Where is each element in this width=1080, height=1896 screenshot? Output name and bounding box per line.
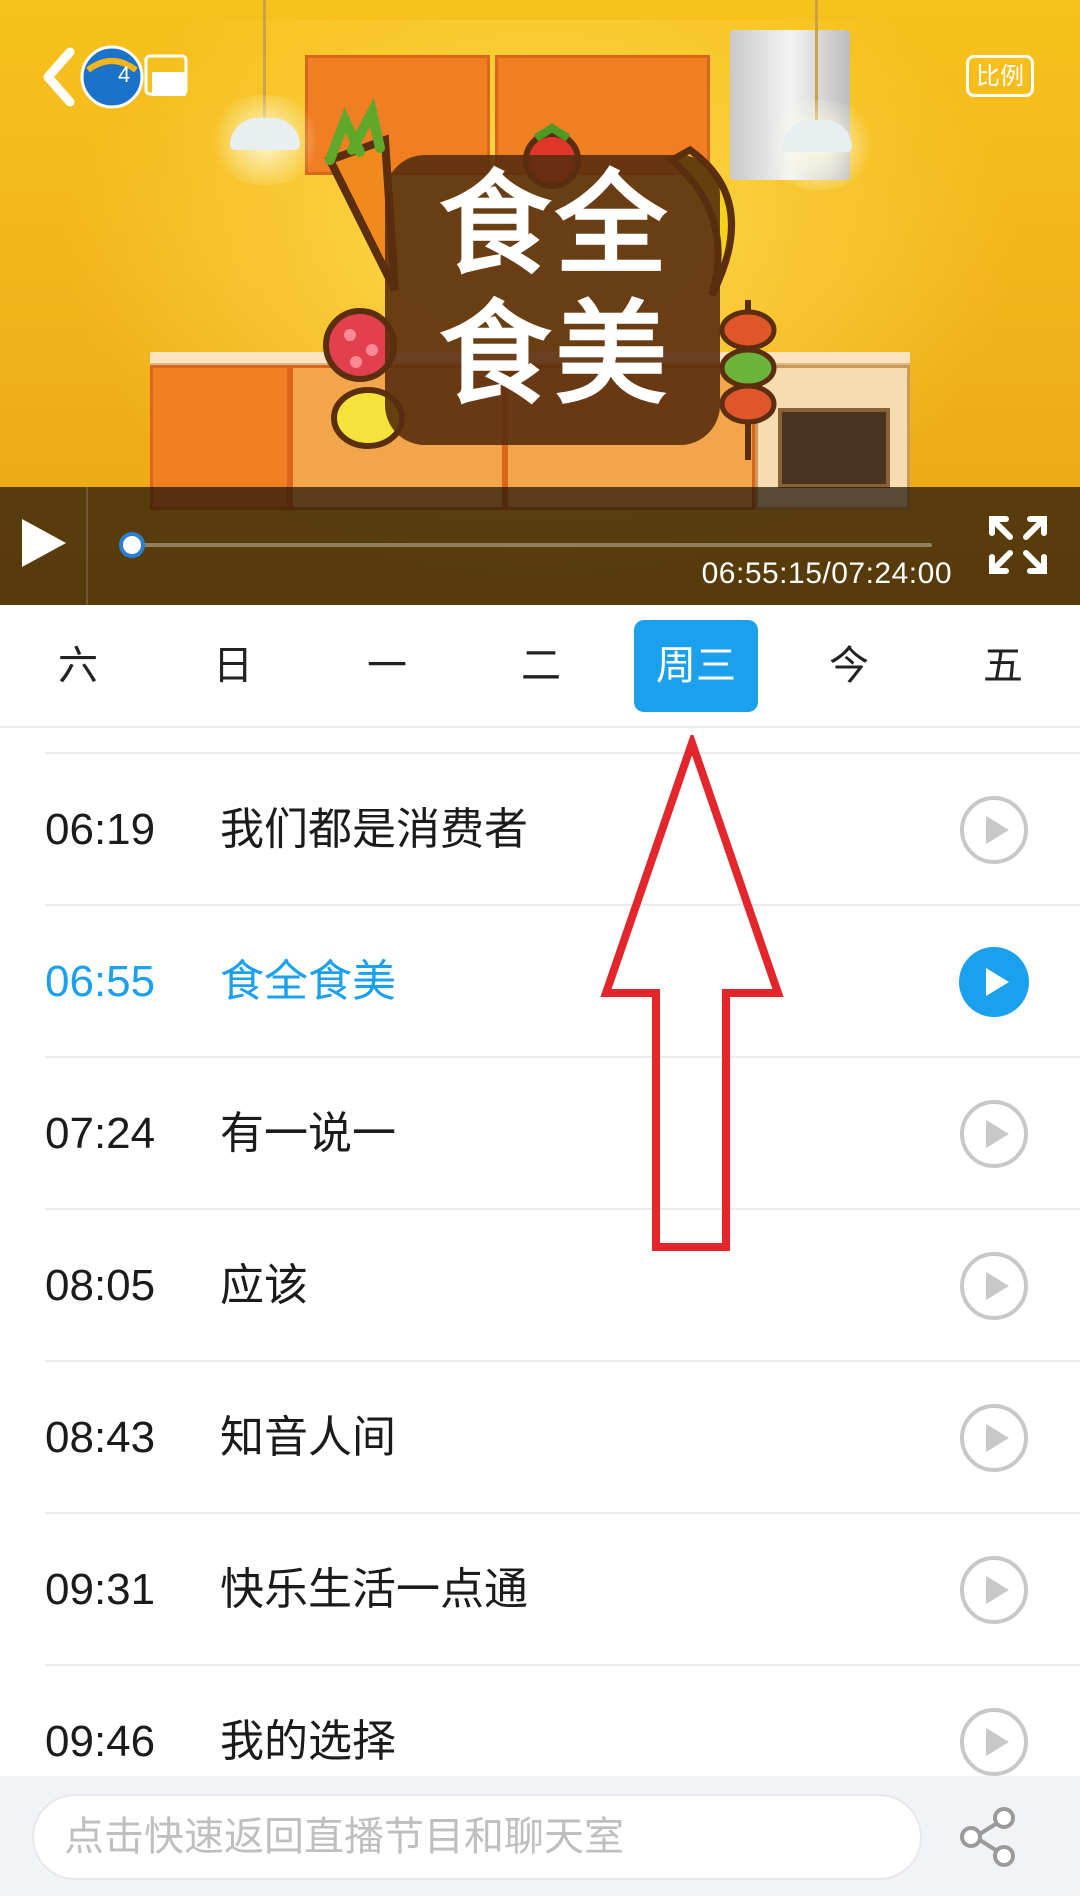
schedule-row-time: 09:46 xyxy=(45,1717,156,1766)
schedule-row-title: 快乐生活一点通 xyxy=(220,1564,528,1615)
schedule-row[interactable]: 09:46 我的选择 xyxy=(0,1666,1080,1776)
expand-icon[interactable] xyxy=(986,513,1050,577)
play-circle-icon[interactable] xyxy=(959,1251,1029,1321)
schedule-row-title: 应该 xyxy=(220,1260,308,1311)
schedule-row[interactable]: 08:43 知音人间 xyxy=(0,1362,1080,1514)
play-circle-icon[interactable] xyxy=(959,1403,1029,1473)
progress-thumb[interactable] xyxy=(119,532,145,558)
day-tab-1[interactable]: 日 xyxy=(171,620,295,712)
schedule-row-time: 07:24 xyxy=(45,1109,156,1158)
program-schedule-list: 06:19 我们都是消费者 06:55 食全食美 07:24 有一说一 08:05 应该 08:… xyxy=(0,728,1080,1776)
day-tab-0[interactable]: 六 xyxy=(16,620,140,712)
play-circle-icon[interactable] xyxy=(959,795,1029,865)
schedule-row-title: 食全食美 xyxy=(220,956,396,1007)
player-control-bar: 06:55:15/07:24:00 xyxy=(0,487,1080,605)
schedule-row[interactable]: 06:19 我们都是消费者 xyxy=(0,754,1080,906)
raspberry-graphic xyxy=(323,308,397,382)
schedule-row-title: 有一说一 xyxy=(220,1108,396,1159)
day-tab-3[interactable]: 二 xyxy=(479,620,603,712)
schedule-row[interactable]: 09:31 快乐生活一点通 xyxy=(0,1514,1080,1666)
schedule-row[interactable]: 08:05 应该 xyxy=(0,1210,1080,1362)
play-circle-icon[interactable] xyxy=(959,1099,1029,1169)
channel-badge-number: 4 xyxy=(118,62,131,87)
schedule-row-time: 08:43 xyxy=(45,1413,156,1462)
play-circle-icon[interactable] xyxy=(959,947,1029,1017)
show-logo-line2: 食美 xyxy=(439,290,671,420)
schedule-row-title: 我们都是消费者 xyxy=(220,804,528,855)
day-tab-6[interactable]: 五 xyxy=(941,620,1065,712)
schedule-row[interactable]: 07:24 有一说一 xyxy=(0,1058,1080,1210)
schedule-row[interactable]: 06:55 食全食美 xyxy=(0,906,1080,1058)
schedule-row-time: 09:31 xyxy=(45,1565,156,1614)
schedule-row-time: 06:19 xyxy=(45,805,156,854)
play-circle-icon[interactable] xyxy=(959,1555,1029,1625)
day-tab-2[interactable]: 一 xyxy=(325,620,449,712)
chat-return-input[interactable]: 点击快速返回直播节目和聊天室 xyxy=(32,1794,922,1880)
time-readout: 06:55:15/07:24:00 xyxy=(701,557,952,590)
day-tabs: 六日一二周三今五 xyxy=(0,605,1080,728)
schedule-row-time: 06:55 xyxy=(45,957,156,1006)
show-logo-title: 食全 食美 xyxy=(395,160,715,440)
schedule-row-title: 知音人间 xyxy=(220,1412,396,1463)
schedule-row-time: 08:05 xyxy=(45,1261,156,1310)
share-icon[interactable] xyxy=(955,1804,1021,1870)
aspect-ratio-button[interactable]: 比例 xyxy=(966,55,1034,97)
bottom-bar: 点击快速返回直播节目和聊天室 xyxy=(0,1776,1080,1896)
play-icon[interactable] xyxy=(18,515,70,571)
play-circle-icon[interactable] xyxy=(959,1707,1029,1776)
day-tab-5[interactable]: 今 xyxy=(787,620,911,712)
video-player[interactable]: 食全 食美 4 比例 06:55:15/07:24:00 xyxy=(0,0,1080,605)
control-divider xyxy=(86,487,88,605)
day-tab-4[interactable]: 周三 xyxy=(634,620,758,712)
show-logo-line1: 食全 xyxy=(439,160,671,290)
back-button[interactable]: 4 xyxy=(40,42,200,112)
progress-bar[interactable] xyxy=(119,532,932,558)
schedule-row-title: 我的选择 xyxy=(220,1716,396,1767)
